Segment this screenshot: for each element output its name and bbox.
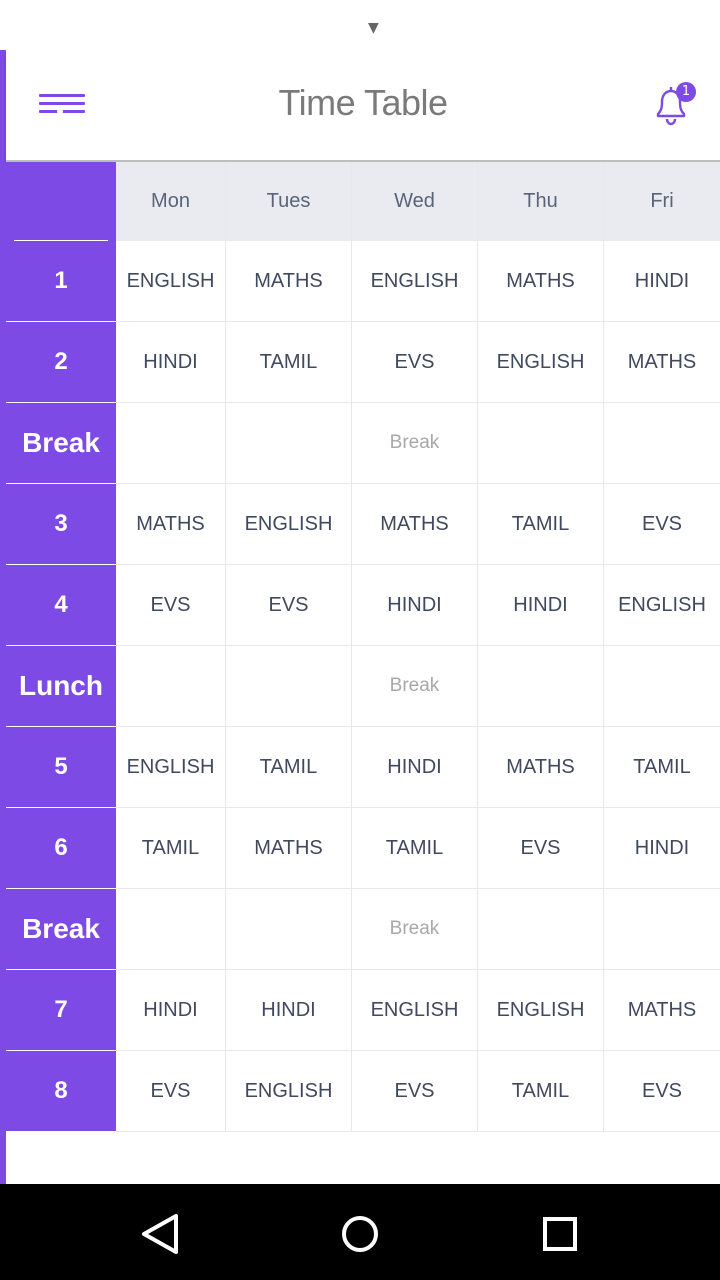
break-cell (604, 646, 720, 727)
page-title: Time Table (278, 82, 448, 123)
timetable-row: 1 ENGLISH MATHS ENGLISH MATHS HINDI (6, 241, 720, 322)
break-cell (226, 403, 352, 484)
timetable-grid: Mon Tues Wed Thu Fri 1 ENGLISH MATHS ENGLIS… (6, 162, 720, 1132)
subject-cell: MATHS (352, 484, 478, 565)
home-circle-icon (342, 1216, 378, 1252)
home-button[interactable] (338, 1212, 382, 1256)
subject-cell: MATHS (226, 241, 352, 322)
subject-cell: ENGLISH (352, 241, 478, 322)
period-label: 6 (6, 808, 116, 889)
day-header-thu: Thu (478, 162, 604, 241)
period-label: 4 (6, 565, 116, 646)
break-cell (478, 403, 604, 484)
subject-cell: MATHS (604, 322, 720, 403)
subject-cell: ENGLISH (226, 1051, 352, 1132)
subject-cell: EVS (604, 1051, 720, 1132)
subject-cell: EVS (352, 322, 478, 403)
subject-cell: ENGLISH (352, 970, 478, 1051)
subject-cell: HINDI (116, 322, 226, 403)
break-cell (478, 646, 604, 727)
timetable-row: Break Break (6, 403, 720, 484)
subject-cell: EVS (116, 565, 226, 646)
period-label: 2 (6, 322, 116, 403)
subject-cell: TAMIL (116, 808, 226, 889)
subject-cell: MATHS (478, 727, 604, 808)
subject-cell: MATHS (226, 808, 352, 889)
timetable-row: 7 HINDI HINDI ENGLISH ENGLISH MATHS (6, 970, 720, 1051)
period-label: Break (6, 889, 116, 970)
break-cell (604, 403, 720, 484)
subject-cell: EVS (604, 484, 720, 565)
timetable-row: 6 TAMIL MATHS TAMIL EVS HINDI (6, 808, 720, 889)
notifications-button[interactable]: 1 (648, 82, 698, 132)
break-cell (478, 889, 604, 970)
subject-cell: TAMIL (604, 727, 720, 808)
dropdown-caret-icon[interactable]: ▼ (368, 20, 379, 36)
subject-cell: EVS (478, 808, 604, 889)
timetable-row: Break Break (6, 889, 720, 970)
app-header: Time Table 1 (6, 50, 720, 162)
subject-cell: TAMIL (226, 322, 352, 403)
break-cell (604, 889, 720, 970)
period-label: 7 (6, 970, 116, 1051)
period-label: 8 (6, 1051, 116, 1132)
period-label: 1 (6, 241, 116, 322)
back-button[interactable] (138, 1212, 182, 1256)
subject-cell: MATHS (478, 241, 604, 322)
subject-cell: MATHS (116, 484, 226, 565)
period-label: 3 (6, 484, 116, 565)
break-cell (226, 889, 352, 970)
timetable-body: 1 ENGLISH MATHS ENGLISH MATHS HINDI 2 HINDI TAMI… (6, 241, 720, 1132)
timetable-row: 4 EVS EVS HINDI HINDI ENGLISH (6, 565, 720, 646)
recents-square-icon (543, 1217, 577, 1251)
timetable-row: 3 MATHS ENGLISH MATHS TAMIL EVS (6, 484, 720, 565)
day-header-fri: Fri (604, 162, 720, 241)
subject-cell: ENGLISH (116, 241, 226, 322)
timetable-row: 5 ENGLISH TAMIL HINDI MATHS TAMIL (6, 727, 720, 808)
subject-cell: HINDI (226, 970, 352, 1051)
break-cell: Break (352, 403, 478, 484)
back-triangle-icon (142, 1214, 178, 1254)
subject-cell: TAMIL (478, 1051, 604, 1132)
timetable-row: Lunch Break (6, 646, 720, 727)
subject-cell: TAMIL (352, 808, 478, 889)
subject-cell: ENGLISH (604, 565, 720, 646)
subject-cell: ENGLISH (226, 484, 352, 565)
subject-cell: HINDI (604, 808, 720, 889)
subject-cell: HINDI (604, 241, 720, 322)
subject-cell: HINDI (352, 565, 478, 646)
subject-cell: HINDI (478, 565, 604, 646)
subject-cell: ENGLISH (478, 970, 604, 1051)
period-label: Lunch (6, 646, 116, 727)
period-label: 5 (6, 727, 116, 808)
recents-button[interactable] (538, 1212, 582, 1256)
status-strip: ▼ (0, 0, 720, 50)
day-header-wed: Wed (352, 162, 478, 241)
subject-cell: MATHS (604, 970, 720, 1051)
subject-cell: EVS (116, 1051, 226, 1132)
notification-badge: 1 (676, 82, 696, 102)
subject-cell: EVS (352, 1051, 478, 1132)
subject-cell: EVS (226, 565, 352, 646)
break-cell (116, 403, 226, 484)
subject-cell: TAMIL (478, 484, 604, 565)
subject-cell: ENGLISH (116, 727, 226, 808)
timetable-row: 8 EVS ENGLISH EVS TAMIL EVS (6, 1051, 720, 1132)
subject-cell: TAMIL (226, 727, 352, 808)
break-cell (226, 646, 352, 727)
break-cell (116, 646, 226, 727)
subject-cell: HINDI (116, 970, 226, 1051)
subject-cell: ENGLISH (478, 322, 604, 403)
break-cell: Break (352, 646, 478, 727)
timetable-row: 2 HINDI TAMIL EVS ENGLISH MATHS (6, 322, 720, 403)
break-cell: Break (352, 889, 478, 970)
day-header-row: Mon Tues Wed Thu Fri (6, 162, 720, 241)
day-header-tues: Tues (226, 162, 352, 241)
break-cell (116, 889, 226, 970)
subject-cell: HINDI (352, 727, 478, 808)
system-nav-bar (0, 1184, 720, 1280)
corner-cell (6, 162, 116, 241)
day-header-mon: Mon (116, 162, 226, 241)
period-label: Break (6, 403, 116, 484)
